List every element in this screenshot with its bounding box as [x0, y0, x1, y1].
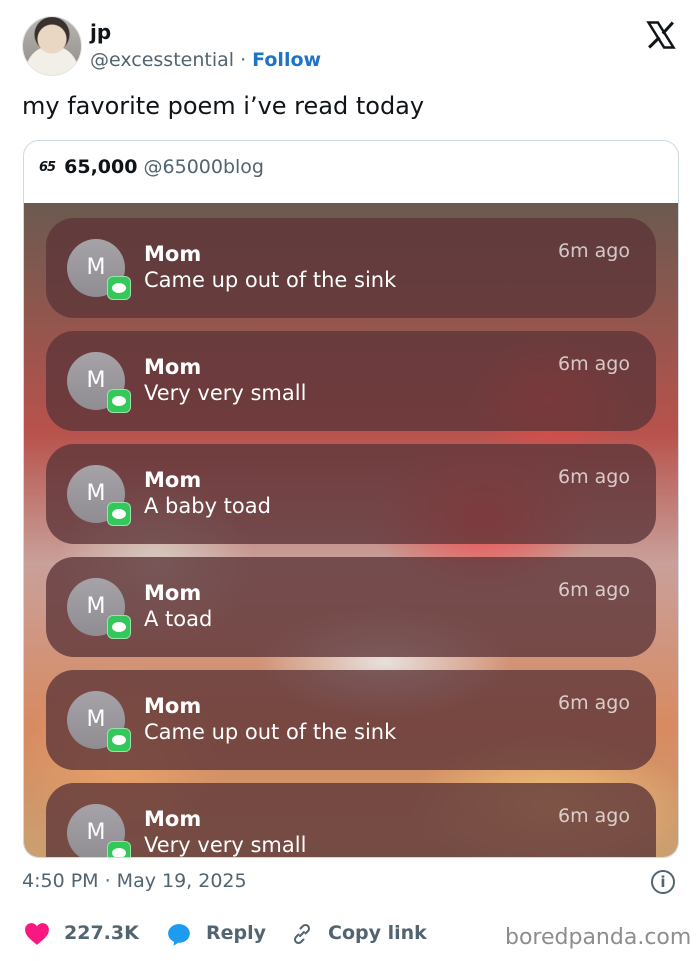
messages-app-icon	[107, 389, 131, 413]
messages-app-icon	[107, 728, 131, 752]
messages-app-icon	[107, 615, 131, 639]
messages-app-icon	[107, 502, 131, 526]
author-handle-row: @excesstential · Follow	[90, 49, 321, 71]
notification-card: M Mom Came up out of the sink 6m ago	[46, 670, 656, 770]
notification-card: M Mom A toad 6m ago	[46, 557, 656, 657]
link-icon	[293, 923, 311, 945]
reply-label: Reply	[206, 922, 267, 944]
quoted-account-name[interactable]: 65,000	[64, 156, 137, 178]
quoted-account-logo: 65	[39, 160, 56, 175]
tweet-text: my favorite poem i’ve read today	[22, 92, 425, 120]
quoted-media-image[interactable]: M Mom Came up out of the sink 6m ago M M…	[24, 203, 678, 857]
notification-card: M Mom Came up out of the sink 6m ago	[46, 218, 656, 318]
follow-button[interactable]: Follow	[252, 49, 321, 71]
notification-card: M Mom Very very small 6m ago	[46, 331, 656, 431]
notification-sender: Mom	[144, 807, 202, 831]
notification-text: Very very small	[144, 833, 307, 857]
notification-time: 6m ago	[558, 353, 630, 375]
notification-sender: Mom	[144, 468, 202, 492]
separator: ·	[240, 49, 247, 71]
notification-sender: Mom	[144, 581, 202, 605]
author-name[interactable]: jp	[90, 20, 111, 44]
notification-time: 6m ago	[558, 805, 630, 827]
notification-sender: Mom	[144, 242, 202, 266]
notification-time: 6m ago	[558, 692, 630, 714]
x-logo-icon[interactable]	[646, 20, 676, 50]
author-handle[interactable]: @excesstential	[90, 49, 234, 71]
notification-time: 6m ago	[558, 240, 630, 262]
notification-text: A baby toad	[144, 494, 271, 518]
author-avatar[interactable]	[22, 16, 82, 76]
reply-bubble-icon	[168, 924, 190, 946]
notification-time: 6m ago	[558, 579, 630, 601]
messages-app-icon	[107, 841, 131, 857]
notification-text: Came up out of the sink	[144, 268, 397, 292]
watermark: boredpanda.com	[505, 925, 692, 950]
notification-sender: Mom	[144, 694, 202, 718]
notification-text: Very very small	[144, 381, 307, 405]
quoted-account-handle[interactable]: @65000blog	[144, 156, 264, 178]
notification-text: A toad	[144, 607, 213, 631]
messages-app-icon	[107, 276, 131, 300]
like-count: 227.3K	[64, 922, 139, 944]
tweet-timestamp[interactable]: 4:50 PM · May 19, 2025	[22, 870, 247, 892]
notification-sender: Mom	[144, 355, 202, 379]
notification-card: M Mom Very very small 6m ago	[46, 783, 656, 857]
copy-link-label: Copy link	[328, 922, 427, 944]
info-icon[interactable]: i	[651, 870, 675, 894]
quoted-tweet[interactable]: 65 65,000 @65000blog M Mom Came up out o…	[23, 140, 679, 858]
notification-text: Came up out of the sink	[144, 720, 397, 744]
tweet-header: jp @excesstential · Follow	[22, 16, 680, 78]
notification-time: 6m ago	[558, 466, 630, 488]
notification-card: M Mom A baby toad 6m ago	[46, 444, 656, 544]
quoted-tweet-header: 65 65,000 @65000blog	[39, 156, 264, 178]
heart-icon	[25, 923, 49, 945]
